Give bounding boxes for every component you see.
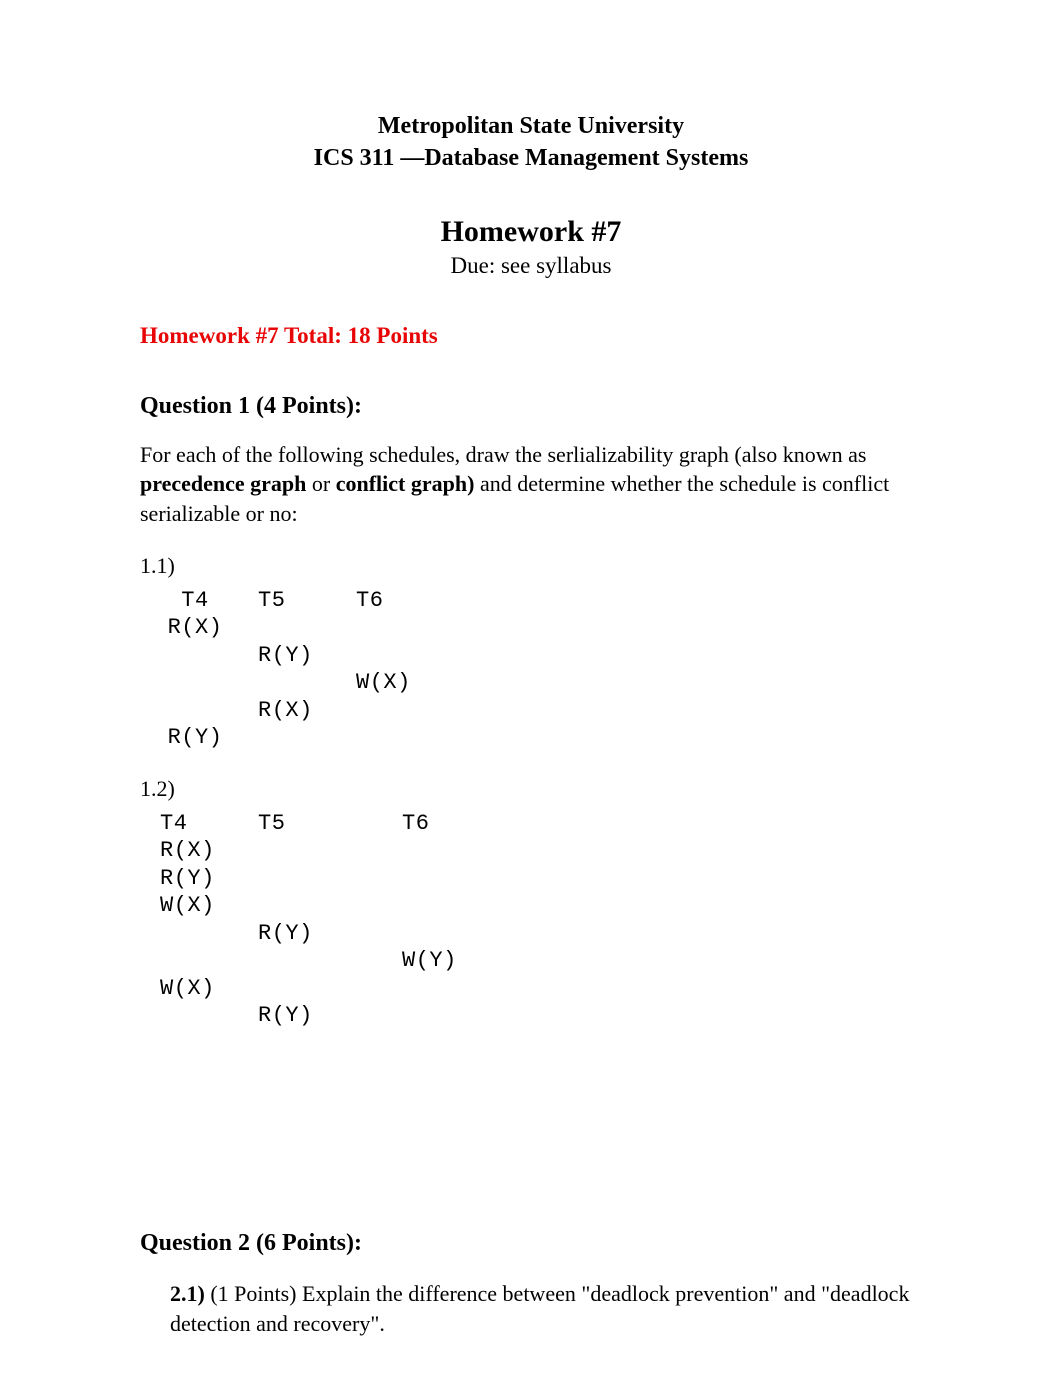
table-row: R(X) — [146, 614, 440, 642]
table-row: W(X) — [146, 669, 440, 697]
due-line: Due: see syllabus — [140, 253, 922, 279]
col-header: T5 — [244, 587, 342, 615]
cell — [342, 1002, 486, 1030]
university-name: Metropolitan State University — [140, 110, 922, 142]
question-1-intro: For each of the following schedules, dra… — [140, 440, 922, 529]
cell — [342, 614, 440, 642]
cell — [244, 724, 342, 752]
question-2-sub1: 2.1) (1 Points) Explain the difference b… — [140, 1279, 922, 1338]
cell: R(Y) — [244, 1002, 342, 1030]
table-row: W(X) — [146, 892, 486, 920]
homework-title: Homework #7 — [140, 215, 922, 249]
table-row: R(Y) — [146, 865, 486, 893]
table-row: R(Y) — [146, 642, 440, 670]
cell — [146, 697, 244, 725]
schedule-2-table: T4 T5 T6 R(X) R(Y) W(X) R(Y) W(Y) — [146, 810, 486, 1030]
cell — [244, 892, 342, 920]
cell — [244, 865, 342, 893]
table-row: R(Y) — [146, 724, 440, 752]
document-page: Metropolitan State University ICS 311 —D… — [0, 0, 1062, 1398]
total-points: Homework #7 Total: 18 Points — [140, 323, 922, 349]
q1-intro-d: conflict graph) — [336, 471, 475, 496]
table-row: R(X) — [146, 697, 440, 725]
cell: W(X) — [342, 669, 440, 697]
table-row: W(Y) — [146, 947, 486, 975]
cell — [146, 669, 244, 697]
table-row: R(X) — [146, 837, 486, 865]
cell — [342, 892, 486, 920]
cell — [342, 865, 486, 893]
table-row: W(X) — [146, 975, 486, 1003]
cell — [146, 920, 244, 948]
col-header: T6 — [342, 810, 486, 838]
cell: W(Y) — [342, 947, 486, 975]
course-name: ICS 311 —Database Management Systems — [140, 142, 922, 174]
cell: R(Y) — [244, 642, 342, 670]
col-header: T4 — [146, 587, 244, 615]
cell — [244, 669, 342, 697]
q2-sub-label: 2.1) — [170, 1281, 205, 1306]
cell — [244, 975, 342, 1003]
q2-sub-text: (1 Points) Explain the difference betwee… — [170, 1281, 909, 1336]
cell — [146, 947, 244, 975]
cell — [146, 642, 244, 670]
q1-sub1-label: 1.1) — [140, 553, 922, 579]
cell — [244, 614, 342, 642]
cell — [342, 837, 486, 865]
question-2-heading: Question 2 (6 Points): — [140, 1230, 922, 1257]
table-row: R(Y) — [146, 920, 486, 948]
q1-sub2-label: 1.2) — [140, 776, 922, 802]
table-row: T4 T5 T6 — [146, 810, 486, 838]
cell: R(Y) — [244, 920, 342, 948]
col-header: T4 — [146, 810, 244, 838]
cell: R(X) — [146, 614, 244, 642]
col-header: T6 — [342, 587, 440, 615]
cell — [342, 724, 440, 752]
cell — [244, 947, 342, 975]
cell: R(X) — [244, 697, 342, 725]
cell — [342, 975, 486, 1003]
q1-intro-a: For each of the following schedules, dra… — [140, 442, 866, 467]
cell: W(X) — [146, 892, 244, 920]
q1-intro-c: or — [306, 471, 335, 496]
cell — [342, 920, 486, 948]
cell — [342, 642, 440, 670]
cell: W(X) — [146, 975, 244, 1003]
cell: R(Y) — [146, 724, 244, 752]
header-block: Metropolitan State University ICS 311 —D… — [140, 110, 922, 175]
table-row: T4 T5 T6 — [146, 587, 440, 615]
col-header: T5 — [244, 810, 342, 838]
cell: R(Y) — [146, 865, 244, 893]
q1-intro-b: precedence graph — [140, 471, 306, 496]
table-row: R(Y) — [146, 1002, 486, 1030]
cell: R(X) — [146, 837, 244, 865]
schedule-1-table: T4 T5 T6 R(X) R(Y) W(X) R(X) R(Y) — [146, 587, 440, 752]
cell — [244, 837, 342, 865]
cell — [146, 1002, 244, 1030]
question-1-heading: Question 1 (4 Points): — [140, 393, 922, 420]
cell — [342, 697, 440, 725]
